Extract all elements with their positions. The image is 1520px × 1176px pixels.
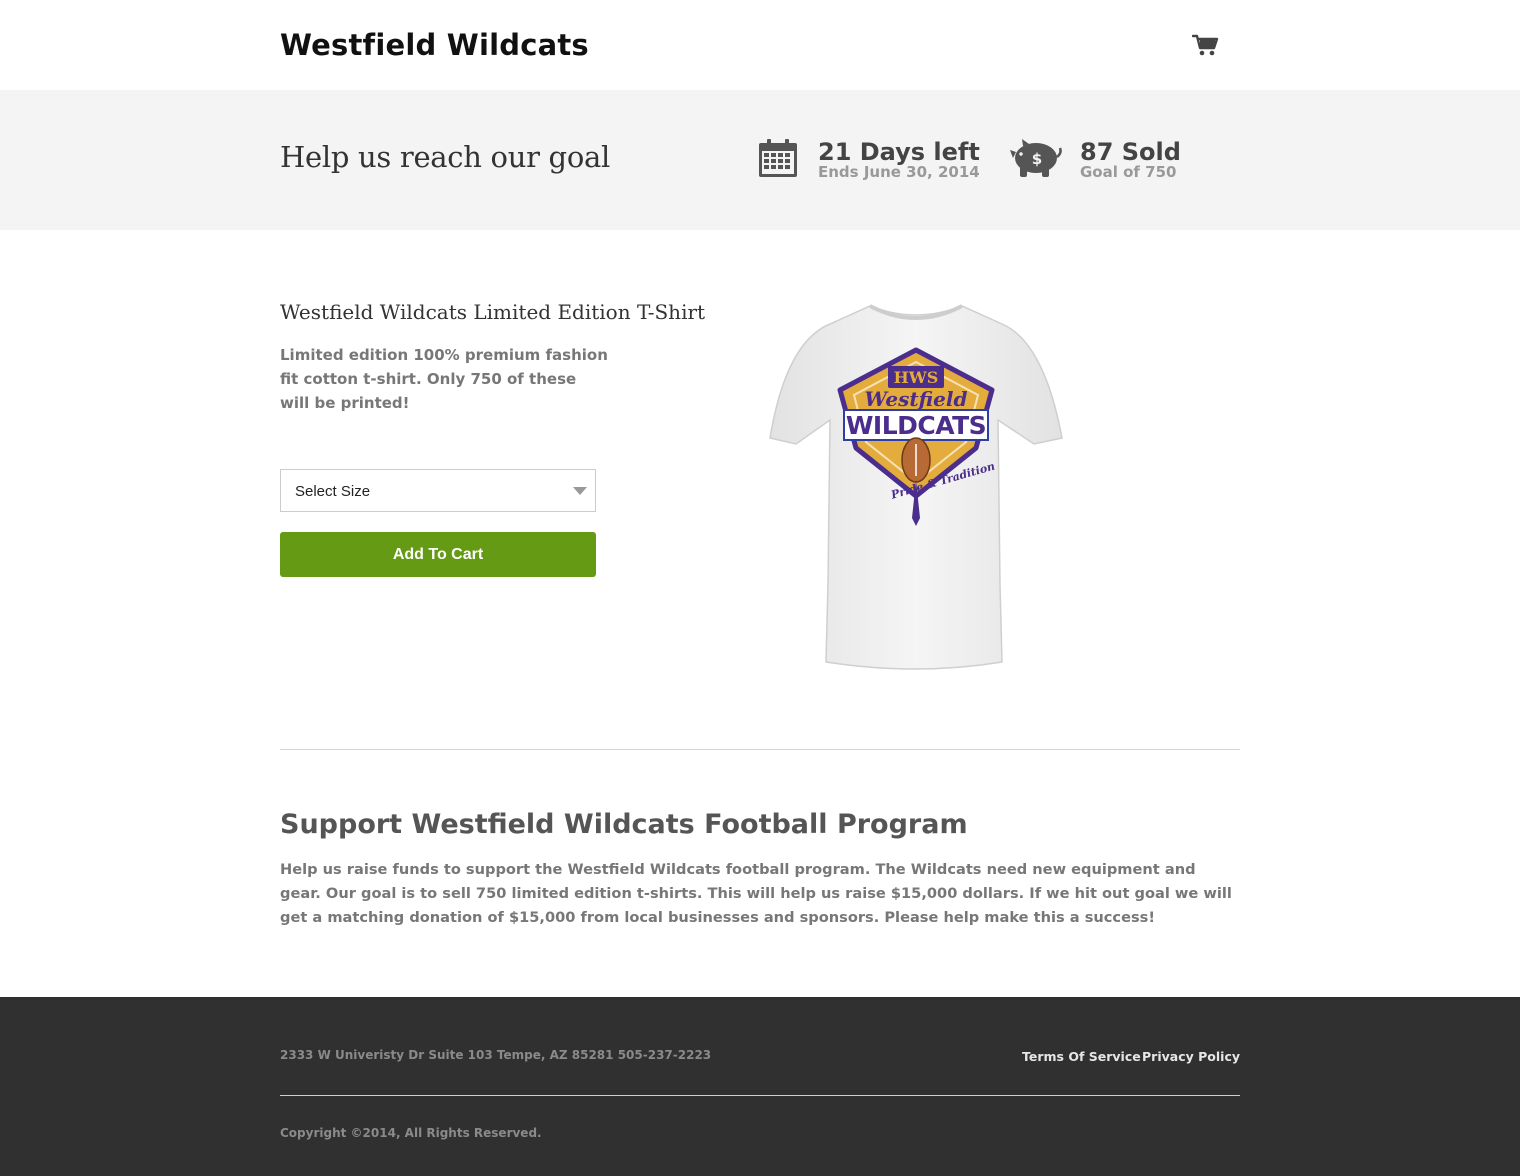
terms-of-service-link[interactable]: Terms Of Service	[1022, 1049, 1141, 1064]
campaign-end-date: Ends June 30, 2014	[818, 163, 980, 181]
add-to-cart-button[interactable]: Add To Cart	[280, 532, 596, 577]
support-title: Support Westfield Wildcats Football Prog…	[280, 809, 968, 840]
product-section: Westfield Wildcats Limited Edition T-Shi…	[0, 230, 1520, 750]
support-text: Help us raise funds to support the Westf…	[280, 861, 1232, 926]
site-footer: 2333 W Univeristy Dr Suite 103 Tempe, AZ…	[0, 997, 1520, 1176]
site-header: Westfield Wildcats	[0, 0, 1520, 90]
svg-text:WILDCATS: WILDCATS	[846, 411, 986, 440]
product-description: Limited edition 100% premium fashion fit…	[280, 346, 608, 412]
product-title: Westfield Wildcats Limited Edition T-Shi…	[280, 300, 706, 324]
chevron-down-icon	[573, 487, 587, 495]
piggy-bank-icon: $	[1008, 138, 1064, 183]
footer-divider	[280, 1095, 1240, 1096]
privacy-policy-link[interactable]: Privacy Policy	[1142, 1049, 1240, 1064]
footer-address: 2333 W Univeristy Dr Suite 103 Tempe, AZ…	[280, 1048, 712, 1062]
size-select-value: Select Size	[295, 483, 371, 500]
support-section: Support Westfield Wildcats Football Prog…	[0, 750, 1520, 997]
sales-goal: Goal of 750	[1080, 163, 1177, 181]
sold-headline: 87 Sold	[1080, 138, 1181, 166]
footer-copyright: Copyright ©2014, All Rights Reserved.	[280, 1126, 542, 1140]
days-left-headline: 21 Days left	[818, 138, 980, 166]
calendar-icon	[758, 138, 798, 183]
goal-banner: Help us reach our goal 21 Days left Ends…	[0, 90, 1520, 230]
svg-text:$: $	[1032, 150, 1042, 168]
product-image[interactable]: HWS Westfield WILDCATS Pride & Tradition	[766, 302, 1066, 672]
size-select[interactable]: Select Size	[280, 469, 596, 512]
svg-text:Westfield: Westfield	[865, 387, 968, 411]
svg-text:HWS: HWS	[894, 368, 939, 387]
brand-title[interactable]: Westfield Wildcats	[280, 28, 589, 62]
shopping-cart-icon[interactable]	[1191, 33, 1220, 59]
goal-title: Help us reach our goal	[280, 140, 610, 174]
